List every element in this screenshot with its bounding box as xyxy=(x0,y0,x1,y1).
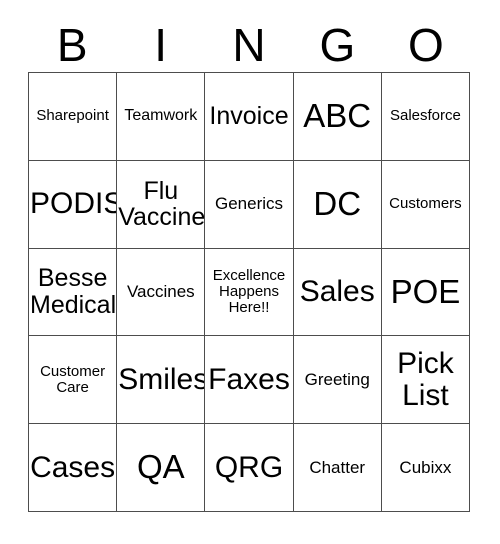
bingo-cell[interactable]: Invoice xyxy=(205,73,294,161)
bingo-cell[interactable]: Salesforce xyxy=(381,73,471,161)
bingo-row: Besse Medical Vaccines Excellence Happen… xyxy=(29,248,471,337)
bingo-cell[interactable]: Smiles xyxy=(117,336,206,425)
bingo-cell[interactable]: Teamwork xyxy=(117,73,206,161)
bingo-row: PODIS Flu Vaccine Generics DC Customers xyxy=(29,160,471,249)
bingo-cell-label: Customer Care xyxy=(40,362,106,396)
bingo-cell-label: Invoice xyxy=(209,102,289,131)
bingo-cell-label: Faxes xyxy=(208,362,290,396)
bingo-cell[interactable]: Flu Vaccine xyxy=(117,160,206,249)
bingo-cell-label: DC xyxy=(313,184,362,222)
bingo-header-letter-i: I xyxy=(154,19,167,71)
bingo-cell-label: Smiles xyxy=(118,362,206,396)
bingo-cell-label: Pick List xyxy=(397,346,454,412)
bingo-card: B I N G O Sharepoint Teamwork Invoice AB… xyxy=(0,0,500,544)
bingo-cell[interactable]: Excellence Happens Here!! xyxy=(205,248,294,337)
bingo-cell-label: ABC xyxy=(303,96,372,134)
bingo-cell-label: Sharepoint xyxy=(36,107,109,125)
bingo-cell-label: Excellence Happens Here!! xyxy=(212,267,286,316)
bingo-cell-label: Generics xyxy=(214,194,284,214)
bingo-cell[interactable]: QA xyxy=(117,424,206,512)
bingo-cell-label: Cubixx xyxy=(399,457,452,477)
bingo-cell[interactable]: Greeting xyxy=(293,336,382,425)
bingo-cell-label: Vaccines xyxy=(126,281,195,301)
bingo-cell[interactable]: Faxes xyxy=(205,336,294,425)
bingo-cell-label: QA xyxy=(136,448,185,486)
bingo-cell-label: Flu Vaccine xyxy=(118,176,206,232)
bingo-cell[interactable]: Customers xyxy=(381,160,471,249)
bingo-cell-label: Sales xyxy=(299,275,375,309)
bingo-cell[interactable]: DC xyxy=(293,160,382,249)
bingo-cell[interactable]: ABC xyxy=(293,73,382,161)
bingo-header-letter-b: B xyxy=(56,19,88,71)
bingo-cell-label: Greeting xyxy=(304,369,370,389)
bingo-cell-label: Teamwork xyxy=(124,106,198,124)
bingo-cell[interactable]: POE xyxy=(381,248,471,337)
bingo-cell-label: Chatter xyxy=(309,457,366,477)
bingo-cell[interactable]: Sharepoint xyxy=(29,73,118,161)
bingo-cell[interactable]: Chatter xyxy=(293,424,382,512)
bingo-row: Cases QA QRG Chatter Cubixx xyxy=(29,424,471,512)
bingo-grid: Sharepoint Teamwork Invoice ABC Salesfor… xyxy=(28,72,471,512)
bingo-cell[interactable]: Cubixx xyxy=(381,424,471,512)
bingo-header-letter-o: O xyxy=(407,19,444,71)
bingo-cell[interactable]: Generics xyxy=(205,160,294,249)
bingo-row: Customer Care Smiles Faxes Greeting Pick… xyxy=(29,336,471,425)
bingo-cell[interactable]: Sales xyxy=(293,248,382,337)
bingo-cell-label: Salesforce xyxy=(389,107,461,125)
bingo-row: Sharepoint Teamwork Invoice ABC Salesfor… xyxy=(29,73,471,161)
bingo-cell[interactable]: QRG xyxy=(205,424,294,512)
bingo-header-letter-g: G xyxy=(319,19,356,71)
bingo-header-letter-n: N xyxy=(232,19,266,71)
bingo-cell[interactable]: Cases xyxy=(29,424,118,512)
bingo-cell[interactable]: Besse Medical xyxy=(29,248,118,337)
bingo-cell[interactable]: Customer Care xyxy=(29,336,118,425)
bingo-cell-label: QRG xyxy=(214,450,284,484)
bingo-cell-label: PODIS xyxy=(30,187,118,221)
bingo-cell-label: Customers xyxy=(389,195,462,213)
bingo-cell-label: Besse Medical xyxy=(30,264,117,319)
bingo-header-row: B I N G O xyxy=(28,18,470,72)
bingo-cell-label: POE xyxy=(390,272,461,310)
bingo-cell-label: Cases xyxy=(30,450,116,484)
bingo-cell[interactable]: PODIS xyxy=(29,160,118,249)
bingo-cell[interactable]: Pick List xyxy=(381,336,471,425)
bingo-cell[interactable]: Vaccines xyxy=(117,248,206,337)
